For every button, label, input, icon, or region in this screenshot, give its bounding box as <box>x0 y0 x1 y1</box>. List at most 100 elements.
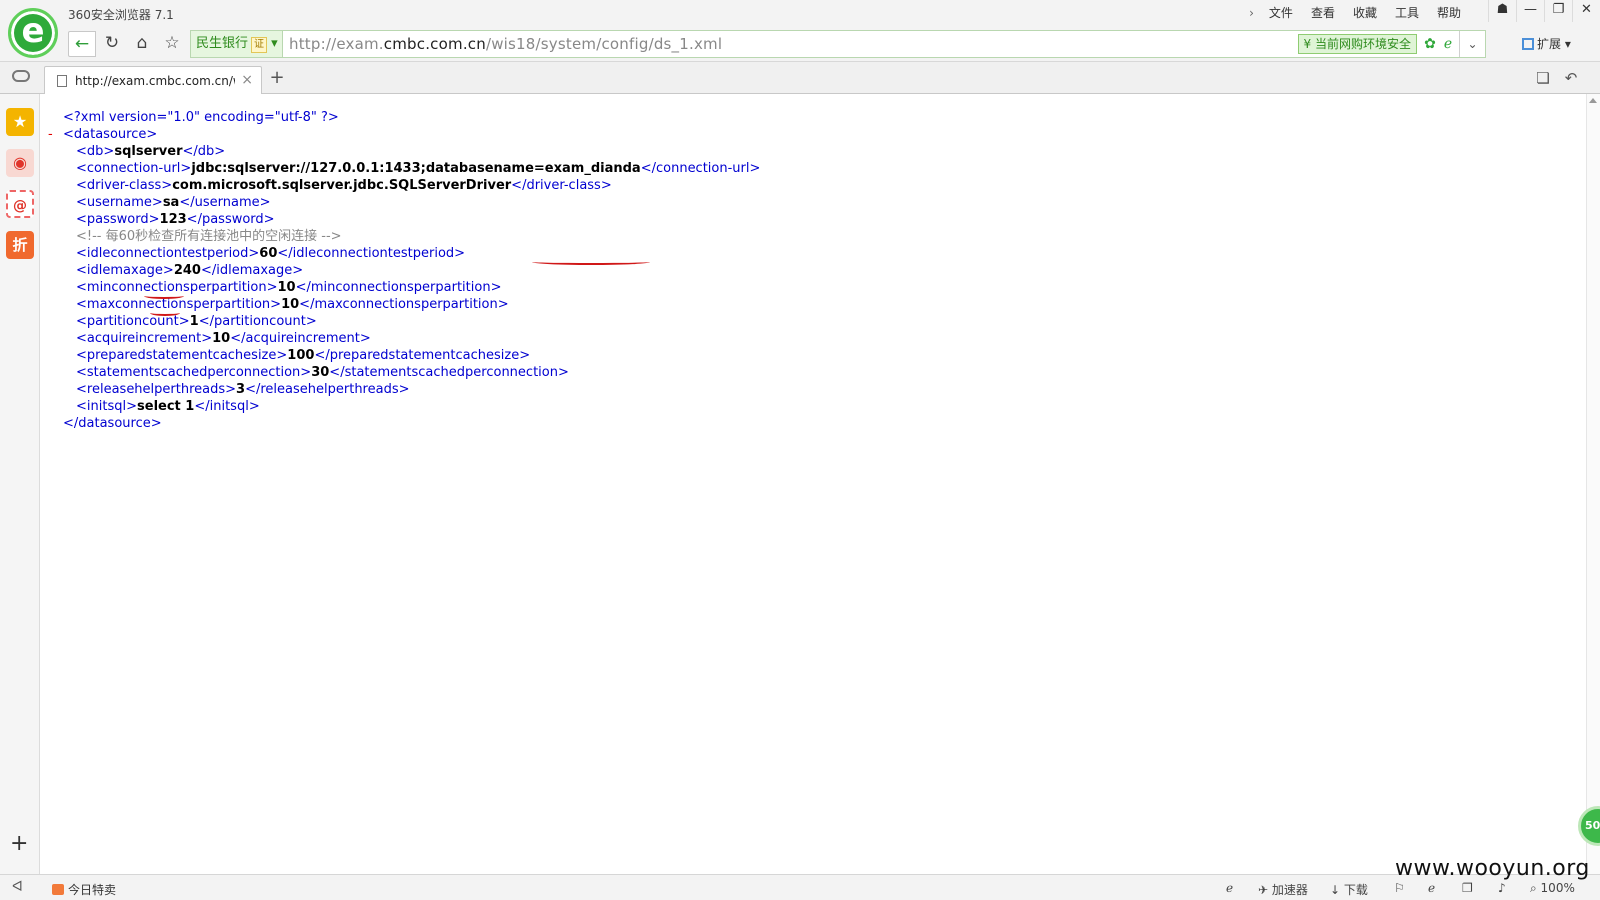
xml-value: 60 <box>259 246 278 261</box>
browser-logo-icon: e <box>8 8 58 58</box>
xml-element-partitioncount: <partitioncount>1</partitioncount> <box>76 314 317 329</box>
menu-bar: › 文件 查看 收藏 工具 帮助 <box>1243 4 1470 22</box>
tab-active[interactable]: http://exam.cmbc.com.cn/wis18/system/con… <box>44 66 262 95</box>
extensions-button[interactable]: 扩展 ▾ <box>1522 35 1571 52</box>
chevron-down-icon: ▾ <box>267 36 278 51</box>
xml-value: jdbc:sqlserver://127.0.0.1:1433;database… <box>191 161 641 176</box>
xml-value: 1 <box>189 314 199 329</box>
xml-value: sa <box>162 195 180 210</box>
collapse-toggle[interactable]: - <box>48 126 53 143</box>
menu-favorites[interactable]: 收藏 <box>1344 4 1386 22</box>
xml-tree: <?xml version="1.0" encoding="utf-8" ?> … <box>41 109 760 432</box>
back-icon[interactable]: ← <box>68 31 96 57</box>
new-tab-button[interactable]: + <box>266 68 288 90</box>
favorites-star-icon[interactable]: ★ <box>6 108 34 136</box>
xml-root-close: </datasource> <box>63 416 162 431</box>
tab-bar: http://exam.cmbc.com.cn/wis18/system/con… <box>0 62 1600 95</box>
sound-icon[interactable]: ♪ <box>1498 881 1506 895</box>
home-icon[interactable]: ⌂ <box>128 31 156 57</box>
address-bar[interactable]: 民生银行证 ▾ http://exam.cmbc.com.cn/wis18/sy… <box>190 30 1486 58</box>
xml-value: 100 <box>287 348 315 363</box>
close-button[interactable]: ✕ <box>1572 0 1600 22</box>
cert-icon: 证 <box>251 37 268 53</box>
speed-icon[interactable]: ℯ <box>1226 881 1233 895</box>
sidebar-toggle-icon[interactable]: ᐊ <box>12 879 23 895</box>
xml-element-connection-url: <connection-url>jdbc:sqlserver://127.0.0… <box>76 161 761 176</box>
cloud-icon[interactable] <box>12 70 30 82</box>
ie-icon[interactable]: ℯ <box>1428 881 1435 895</box>
zoom-control[interactable]: ⌕ 100% <box>1530 881 1575 896</box>
speed-mode-icon[interactable]: ℯ <box>1439 34 1457 54</box>
mail-icon[interactable]: @ <box>6 190 34 218</box>
tab-title: http://exam.cmbc.com.cn/wis18/system/con… <box>75 74 235 88</box>
app-title: 360安全浏览器 7.1 <box>68 8 174 22</box>
sidebar-add-button[interactable]: + <box>10 831 28 856</box>
nav-bar: ← ↻ ⌂ ☆ 民生银行证 ▾ http://exam.cmbc.com.cn/… <box>0 26 1600 62</box>
annotation-underline <box>532 259 650 265</box>
url-dropdown-icon[interactable]: ⌄ <box>1459 31 1485 57</box>
xml-declaration: <?xml version="1.0" encoding="utf-8" ?> <box>63 110 339 125</box>
xml-value: sqlserver <box>114 144 183 159</box>
status-bar: ᐊ 今日特卖 ℯ ✈ 加速器 ↓ 下载 ⚐ ℯ ❐ ♪ ⌕ 100% <box>0 874 1600 900</box>
extensions-icon <box>1522 38 1534 50</box>
document-icon <box>57 75 67 87</box>
accelerator-button[interactable]: ✈ 加速器 <box>1258 881 1308 898</box>
flag-icon[interactable]: ⚐ <box>1394 881 1405 895</box>
xml-value: 10 <box>277 280 296 295</box>
bank-name: 民生银行 <box>196 36 249 51</box>
xml-value: 123 <box>159 212 187 227</box>
shopping-safe-badge[interactable]: ¥ 当前网购环境安全 <box>1297 34 1417 54</box>
window-icon[interactable]: ❐ <box>1462 881 1473 895</box>
vertical-scrollbar[interactable] <box>1586 94 1600 874</box>
url-input[interactable]: http://exam.cmbc.com.cn/wis18/system/con… <box>289 31 722 57</box>
xml-element-username: <username>sa</username> <box>76 195 271 210</box>
menu-file[interactable]: 文件 <box>1260 4 1302 22</box>
xml-element-initsql: <initsql>select 1</initsql> <box>76 399 260 414</box>
security-scan-icon[interactable]: ✿ <box>1421 34 1439 54</box>
shield-icon: ¥ <box>1303 37 1315 51</box>
daily-deals-link[interactable]: 今日特卖 <box>52 881 116 898</box>
star-icon[interactable]: ☆ <box>158 31 186 57</box>
tab-close-icon[interactable]: × <box>241 72 253 88</box>
xml-value: 240 <box>173 263 201 278</box>
page-content: <?xml version="1.0" encoding="utf-8" ?> … <box>41 94 1586 874</box>
bank-identity-badge[interactable]: 民生银行证 ▾ <box>191 31 283 57</box>
xml-value: select 1 <box>137 399 195 414</box>
xml-value: 10 <box>212 331 231 346</box>
undo-close-icon[interactable]: ↶ <box>1562 70 1580 88</box>
xml-element-idlemaxage: <idlemaxage>240</idlemaxage> <box>76 263 304 278</box>
skin-icon[interactable]: ☗ <box>1488 0 1516 22</box>
menu-help[interactable]: 帮助 <box>1428 4 1470 22</box>
title-bar: 360安全浏览器 7.1 › 文件 查看 收藏 工具 帮助 ☗ — ❐ ✕ <box>0 0 1600 26</box>
xml-value: 10 <box>281 297 300 312</box>
xml-element-db: <db>sqlserver</db> <box>76 144 226 159</box>
annotation-underline <box>150 310 180 316</box>
menu-view[interactable]: 查看 <box>1302 4 1344 22</box>
window-controls: ☗ — ❐ ✕ <box>1488 0 1600 22</box>
refresh-icon[interactable]: ↻ <box>98 31 126 57</box>
xml-children: <db>sqlserver</db> <connection-url>jdbc:s… <box>41 143 760 415</box>
xml-element-idleconnectiontestperiod: <idleconnectiontestperiod>60</idleconnec… <box>76 246 466 261</box>
restore-button[interactable]: ❐ <box>1544 0 1572 22</box>
download-button[interactable]: ↓ 下载 <box>1330 881 1368 898</box>
menu-tools[interactable]: 工具 <box>1386 4 1428 22</box>
weibo-icon[interactable]: ◉ <box>6 149 34 177</box>
gift-icon <box>52 884 64 895</box>
sidebar: ★ ◉ @ 折 + <box>0 94 40 874</box>
xml-value: 3 <box>236 382 246 397</box>
scroll-up-icon[interactable] <box>1589 98 1597 103</box>
minimize-button[interactable]: — <box>1516 0 1544 22</box>
menu-chevron-icon[interactable]: › <box>1243 4 1260 22</box>
xml-value: com.microsoft.sqlserver.jdbc.SQLServerDr… <box>172 178 512 193</box>
xml-element-acquireincrement: <acquireincrement>10</acquireincrement> <box>76 331 371 346</box>
discount-icon[interactable]: 折 <box>6 231 34 259</box>
xml-element-releasehelperthreads: <releasehelperthreads>3</releasehelperth… <box>76 382 410 397</box>
tab-list-icon[interactable]: ❏ <box>1534 70 1552 88</box>
xml-element-driver-class: <driver-class>com.microsoft.sqlserver.jd… <box>76 178 612 193</box>
watermark: www.wooyun.org <box>1395 856 1590 881</box>
xml-comment: <!-- 每60秒检查所有连接池中的空闲连接 --> <box>76 229 342 244</box>
xml-element-maxconnectionsperpartition: <maxconnectionsperpartition>10</maxconne… <box>76 297 509 312</box>
xml-root-open: - <datasource> <box>48 126 158 143</box>
annotation-underline <box>144 293 184 299</box>
xml-element-statementscachedperconnection: <statementscachedperconnection>30</state… <box>76 365 569 380</box>
